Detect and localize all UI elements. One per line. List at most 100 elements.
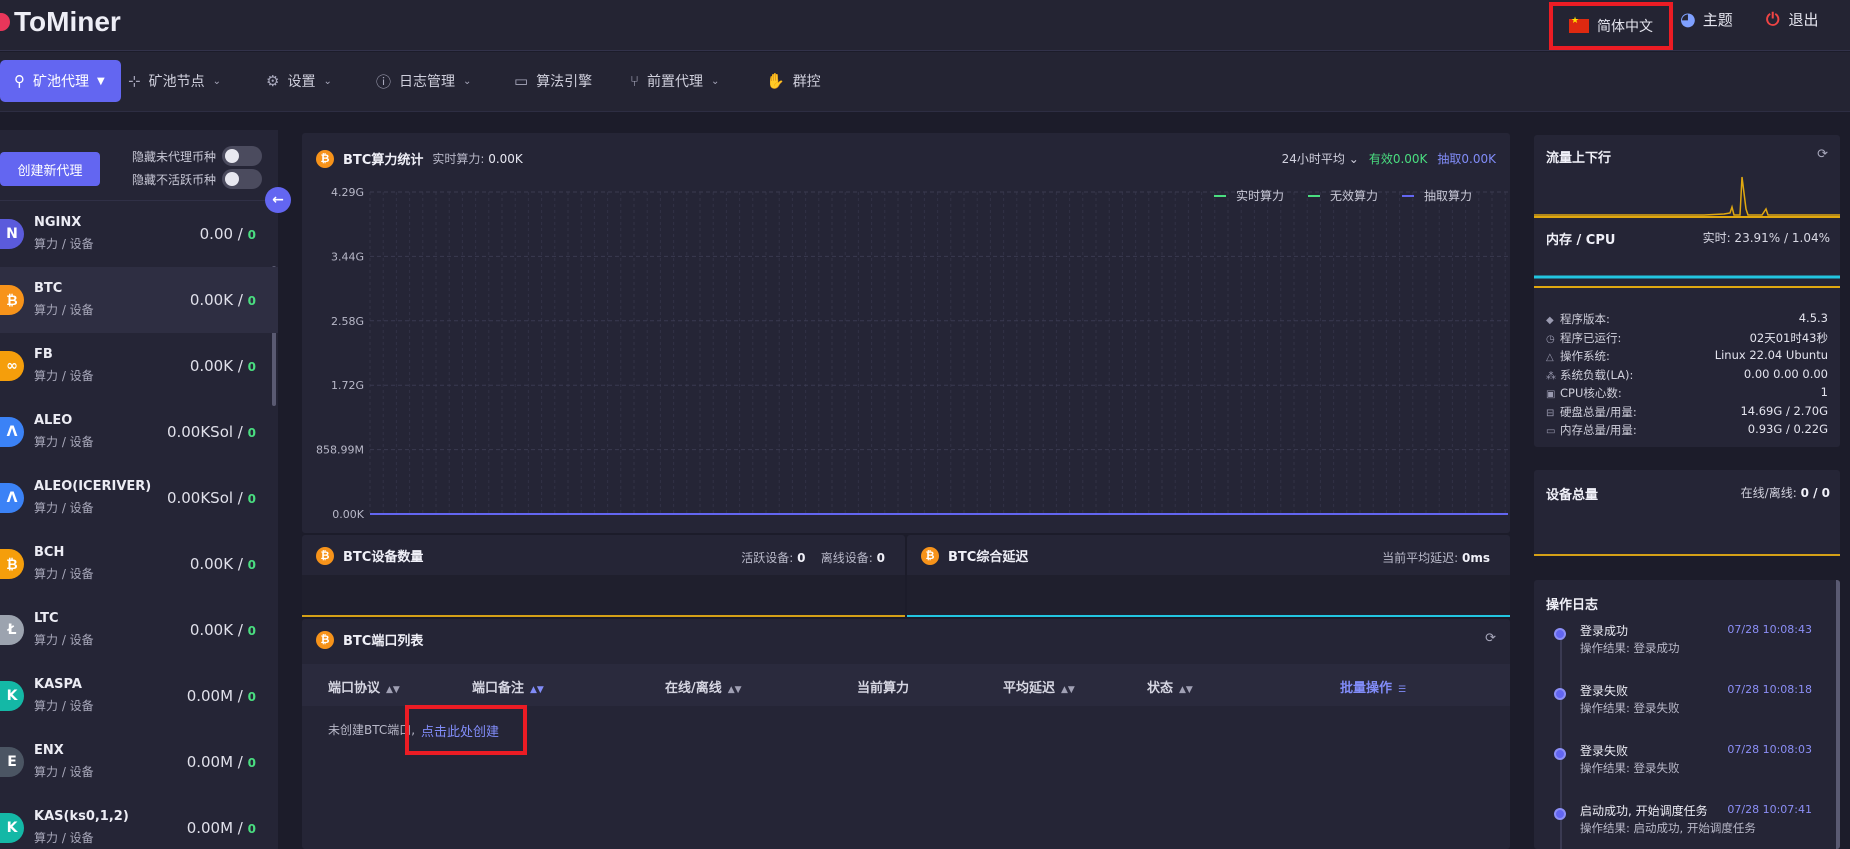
coin-logo-icon: ₿ <box>0 285 24 315</box>
coin-name: ALEO <box>34 413 73 428</box>
coin-row-ltc[interactable]: Ł LTC 算力 / 设备 0.00K / 0 <box>0 597 278 663</box>
valid-hashrate: 有效0.00K <box>1368 152 1428 166</box>
sort-icon: ▲▼ <box>727 685 742 695</box>
nav-group-control[interactable]: ✋ 群控 <box>766 60 821 102</box>
info-label: 硬盘总量/用量: <box>1560 404 1637 419</box>
coin-hashrate: 0.00M / 0 <box>187 687 256 705</box>
btc-coin-icon: ₿ <box>316 630 334 649</box>
nav-pool-proxy[interactable]: ⚲ 矿池代理 ▼ <box>0 60 121 102</box>
create-port-link[interactable]: 点击此处创建 <box>421 721 499 740</box>
nav-label: 群控 <box>792 74 821 90</box>
coin-row-btc[interactable]: ₿ BTC 算力 / 设备 0.00K / 0 <box>0 267 278 333</box>
logout-button[interactable]: ⏻ 退出 <box>1766 9 1818 30</box>
fork-icon: ⑂ <box>630 72 640 90</box>
coin-subtitle: 算力 / 设备 <box>34 765 94 779</box>
info-label: 操作系统: <box>1560 349 1610 363</box>
info-value: 1 <box>1820 385 1828 399</box>
latency-stats: 当前平均延迟: 0ms <box>1382 549 1490 566</box>
sort-icon: ▲▼ <box>1061 685 1075 695</box>
theme-label: 主题 <box>1702 11 1733 29</box>
coin-hashrate: 0.00K / 0 <box>190 291 256 309</box>
hashrate-chart: 4.29G 3.44G 2.58G 1.72G 858.99M 0.00K 实时算力 无效算力… <box>316 186 1508 521</box>
coin-row-nginx[interactable]: N NGINX 算力 / 设备 0.00 / 0 <box>0 201 278 267</box>
coin-name: ALEO(ICERIVER) <box>34 479 152 494</box>
coin-hashrate: 0.00K / 0 <box>190 621 256 639</box>
latency-card: ₿ BTC综合延迟 当前平均延迟: 0ms <box>907 535 1510 617</box>
nav-log-management[interactable]: ⓘ 日志管理 ⌄ <box>376 60 471 102</box>
app-logo[interactable]: ToMiner <box>0 6 121 38</box>
sort-icon: ▲▼ <box>1179 685 1193 695</box>
coin-value: 0.00K / <box>189 291 248 309</box>
create-proxy-button[interactable]: 创建新代理 <box>0 152 100 186</box>
nav-pool-nodes[interactable]: ⊹ 矿池节点 ⌄ <box>128 60 221 102</box>
nav-front-proxy[interactable]: ⑂ 前置代理 ⌄ <box>630 60 719 102</box>
legend-label[interactable]: 抽取算力 <box>1424 188 1472 203</box>
batch-operation-button[interactable]: 批量操作 ☰ <box>1340 677 1406 696</box>
coin-row-enx[interactable]: E ENX 算力 / 设备 0.00M / 0 <box>0 729 278 795</box>
nav-label: 前置代理 <box>647 74 704 90</box>
log-scrollbar[interactable] <box>1836 580 1840 849</box>
device-total-line <box>1534 554 1840 556</box>
collapse-sidebar-arrow-icon[interactable]: ← <box>265 187 291 213</box>
coin-row-aleo[interactable]: Λ ALEO 算力 / 设备 0.00KSol / 0 <box>0 399 278 465</box>
app-title: ToMiner <box>14 6 121 37</box>
latency-line <box>907 615 1510 617</box>
china-flag-icon <box>1569 16 1589 33</box>
coin-value: 0.00 / <box>199 225 248 243</box>
log-result: 操作结果: 登录成功 <box>1580 641 1680 655</box>
legend-label[interactable]: 无效算力 <box>1330 188 1378 203</box>
coin-name: NGINX <box>34 215 82 230</box>
column-header-online-offline[interactable]: 在线/离线 ▲▼ <box>665 677 742 696</box>
coin-device-count: 0 <box>247 228 256 242</box>
nav-settings[interactable]: ⚙ 设置 ⌄ <box>266 60 332 102</box>
sort-icon: ▲▼ <box>530 685 544 695</box>
log-time: 07/28 10:08:03 <box>1727 743 1812 756</box>
device-count-title: BTC设备数量 <box>343 550 424 565</box>
coin-row-aleo-iceriver[interactable]: Λ ALEO(ICERIVER) 算力 / 设备 0.00KSol / 0 <box>0 465 278 531</box>
column-header-remark[interactable]: 端口备注 ▲▼ <box>472 677 544 696</box>
coin-row-bch[interactable]: ₿ BCH 算力 / 设备 0.00K / 0 <box>0 531 278 597</box>
realtime-hashrate: 实时算力: 0.00K <box>432 150 522 167</box>
device-online-offline: 在线/离线: 0 / 0 <box>1741 484 1830 501</box>
legend-label[interactable]: 实时算力 <box>1236 188 1284 203</box>
y-tick-label: 4.29G <box>331 186 364 199</box>
system-info-row: ▭ 内存总量/用量: 0.93G / 0.22G <box>1546 422 1828 438</box>
coin-value: 0.00M / <box>186 819 248 837</box>
device-count-chart <box>302 575 905 615</box>
coin-row-fb[interactable]: ∞ FB 算力 / 设备 0.00K / 0 <box>0 333 278 399</box>
offline-devices-value: 0 <box>876 551 885 565</box>
hide-inactive-toggle[interactable] <box>222 169 263 189</box>
coin-value: 0.00KSol / <box>166 489 248 507</box>
coin-row-kaspa[interactable]: K KASPA 算力 / 设备 0.00M / 0 <box>0 663 278 729</box>
coin-name: KAS(ks0,1,2) <box>34 809 129 824</box>
info-value: 0.93G / 0.22G <box>1747 422 1828 436</box>
language-button[interactable]: 简体中文 <box>1549 2 1673 50</box>
column-label: 批量操作 <box>1340 681 1393 696</box>
coin-name: BTC <box>34 281 63 296</box>
nav-algorithm-engine[interactable]: ▭ 算法引擎 <box>514 60 592 102</box>
power-icon: ⏻ <box>1766 9 1780 30</box>
hide-unproxied-toggle[interactable] <box>222 146 263 166</box>
traffic-card: 流量上下行 ⟳ 内存 / CPU 实时: 23.91% / 1.04% ◆ 程序版… <box>1534 135 1840 447</box>
column-header-protocol[interactable]: 端口协议 ▲▼ <box>328 677 400 696</box>
info-value: 0.00 0.00 0.00 <box>1743 366 1828 381</box>
log-time: 07/28 10:08:43 <box>1727 623 1812 636</box>
average-period-select[interactable]: 24小时平均 ⌄ <box>1282 150 1359 167</box>
system-info-row: ⊟ 硬盘总量/用量: 14.69G / 2.70G <box>1546 404 1828 420</box>
column-header-status[interactable]: 状态 ▲▼ <box>1147 677 1193 696</box>
column-header-avg-latency[interactable]: 平均延迟 ▲▼ <box>1003 677 1075 696</box>
ports-table-header: 端口协议 ▲▼ 端口备注 ▲▼ 在线/离线 ▲▼ 当前算力 平均延迟 ▲▼ 状态 ▲▼ 批… <box>302 664 1510 706</box>
column-label: 平均延迟 <box>1003 681 1056 696</box>
refresh-icon[interactable]: ⟳ <box>1485 631 1496 646</box>
coin-list: N NGINX 算力 / 设备 0.00 / 0 ₿ BTC 算力 / 设备 0.00K / … <box>0 200 278 849</box>
coin-value: 0.00M / <box>186 687 248 705</box>
refresh-icon[interactable]: ⟳ <box>1817 147 1828 162</box>
info-label: 程序版本: <box>1560 312 1610 326</box>
coin-row-kas-ks0-1-2[interactable]: K KAS(ks0,1,2) 算力 / 设备 0.00M / 0 <box>0 795 278 849</box>
extract-hashrate: 抽取0.00K <box>1437 152 1496 166</box>
chevron-down-icon: ⌄ <box>711 75 720 87</box>
info-value: 14.69G / 2.70G <box>1740 403 1828 418</box>
palette-icon: ◕ <box>1680 9 1696 30</box>
theme-button[interactable]: ◕ 主题 <box>1680 9 1733 30</box>
coin-subtitle: 算力 / 设备 <box>34 435 94 449</box>
